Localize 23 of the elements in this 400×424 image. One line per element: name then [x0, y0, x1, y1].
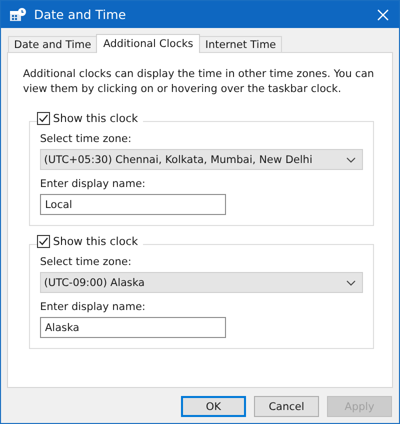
window-title: Date and Time: [34, 7, 127, 22]
chevron-down-icon: [346, 156, 356, 162]
timezone-dropdown[interactable]: (UTC-09:00) Alaska: [40, 272, 363, 293]
field-label: Enter display name:: [40, 178, 146, 190]
display-name-field[interactable]: Alaska: [40, 317, 226, 338]
field-label: Enter display name:: [40, 301, 146, 313]
checkbox-label[interactable]: Show this clock: [53, 112, 138, 125]
dialog-button[interactable]: OK: [181, 396, 246, 417]
field-label: Select time zone:: [40, 133, 132, 145]
description-text: Additional clocks can display the time in other time zones. You can view them by clicking on or hovering over the taskbar clock.: [23, 67, 376, 97]
close-icon[interactable]: [377, 8, 389, 20]
checkbox-label[interactable]: Show this clock: [53, 235, 138, 248]
timezone-dropdown[interactable]: (UTC+05:30) Chennai, Kolkata, Mumbai, New Delhi: [40, 149, 363, 170]
dialog-button[interactable]: Cancel: [254, 396, 319, 417]
tab[interactable]: Internet Time: [199, 36, 282, 52]
display-name-field[interactable]: Local: [40, 194, 226, 215]
chevron-down-icon: [346, 280, 356, 286]
tab[interactable]: Date and Time: [8, 36, 98, 52]
checkbox[interactable]: [37, 112, 50, 125]
field-label: Select time zone:: [40, 256, 132, 268]
checkbox[interactable]: [37, 235, 50, 248]
tab[interactable]: Additional Clocks: [96, 34, 200, 53]
calendar-clock-icon: [9, 6, 27, 22]
